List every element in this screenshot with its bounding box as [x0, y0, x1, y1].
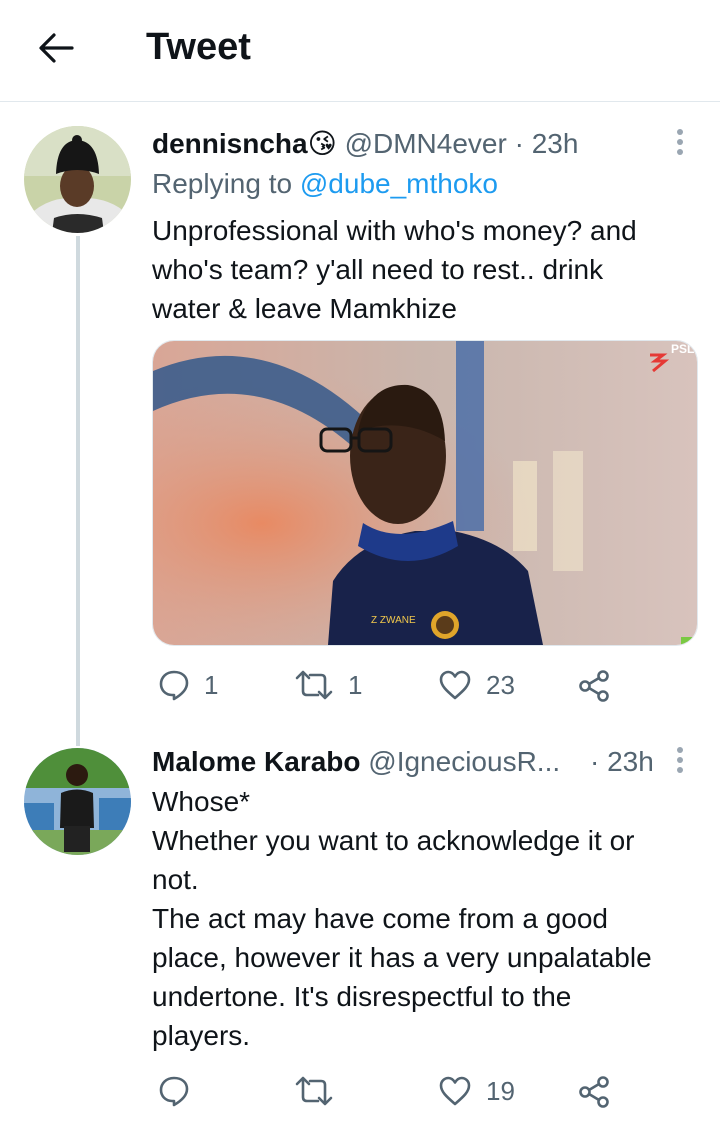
- reply-button[interactable]: [158, 1075, 190, 1107]
- tweet-time: · 23h: [514, 128, 579, 159]
- tweet-text: Unprofessional with who's money? and who…: [152, 211, 637, 328]
- like-button[interactable]: 23: [438, 669, 515, 701]
- page-title: Tweet: [146, 26, 251, 68]
- top-app-bar: Tweet: [0, 0, 720, 102]
- tweet-header: dennisncha😘 @DMN4ever · 23h: [152, 126, 578, 162]
- tweet-text-line: not.: [152, 864, 199, 895]
- retweet-button[interactable]: 1: [294, 669, 362, 701]
- author-handle[interactable]: @IgneciousR...: [368, 746, 560, 777]
- tweet-text-line: The act may have come from a good: [152, 903, 608, 934]
- media-watermark: PSL: [671, 342, 694, 356]
- tweet-text-line: undertone. It's disrespectful to the: [152, 981, 572, 1012]
- tweet-text-line: Unprofessional with who's money? and: [152, 215, 637, 246]
- more-options-icon[interactable]: [668, 744, 692, 780]
- more-options-icon[interactable]: [668, 126, 692, 162]
- author-name[interactable]: dennisncha: [152, 128, 308, 159]
- thread-connector-line: [76, 236, 80, 746]
- tweet-text-line: who's team? y'all need to rest.. drink: [152, 254, 604, 285]
- replying-to-mention[interactable]: @dube_mthoko: [300, 168, 498, 199]
- replying-prefix: Replying to: [152, 168, 293, 199]
- reply-icon: [159, 670, 189, 701]
- retweet-icon: [295, 1076, 333, 1106]
- like-count: 23: [486, 669, 515, 700]
- kissing-face-emoji-icon: 😘: [307, 128, 337, 159]
- tweet-text-line: Whether you want to acknowledge it or: [152, 825, 635, 856]
- tweet-media-image[interactable]: Z ZWANE PSL: [152, 340, 698, 646]
- retweet-button[interactable]: [294, 1075, 334, 1107]
- reply-count: 1: [204, 669, 219, 700]
- reply-icon: [159, 1076, 189, 1107]
- tweet-text-line: water & leave Mamkhize: [152, 293, 458, 324]
- heart-icon: [439, 1076, 471, 1106]
- replying-to-line: Replying to @dube_mthoko: [152, 166, 498, 202]
- heart-icon: [439, 670, 471, 700]
- avatar[interactable]: [24, 748, 131, 855]
- back-arrow-icon[interactable]: [36, 28, 76, 68]
- tweet-text-line: place, however it has a very unpalatable: [152, 942, 652, 973]
- retweet-count: 1: [348, 669, 363, 700]
- avatar[interactable]: [24, 126, 131, 233]
- like-button[interactable]: 19: [438, 1075, 515, 1107]
- author-name[interactable]: Malome Karabo: [152, 746, 361, 777]
- tweet-text-line: players.: [152, 1020, 251, 1051]
- tweet-time: · 23h: [590, 746, 654, 777]
- share-button[interactable]: [578, 1075, 612, 1109]
- author-handle[interactable]: @DMN4ever: [345, 128, 507, 159]
- shirt-text: Z ZWANE: [371, 615, 416, 626]
- share-button[interactable]: [578, 669, 612, 703]
- tweet-header: Malome Karabo @IgneciousR...: [152, 744, 560, 780]
- reply-button[interactable]: 1: [158, 669, 218, 701]
- tweet-text-line: Whose*: [152, 786, 251, 817]
- share-icon: [579, 1076, 609, 1108]
- retweet-icon: [295, 670, 333, 700]
- tweet-text: Whose* Whether you want to acknowledge i…: [152, 782, 652, 1055]
- like-count: 19: [486, 1075, 515, 1106]
- share-icon: [579, 670, 609, 702]
